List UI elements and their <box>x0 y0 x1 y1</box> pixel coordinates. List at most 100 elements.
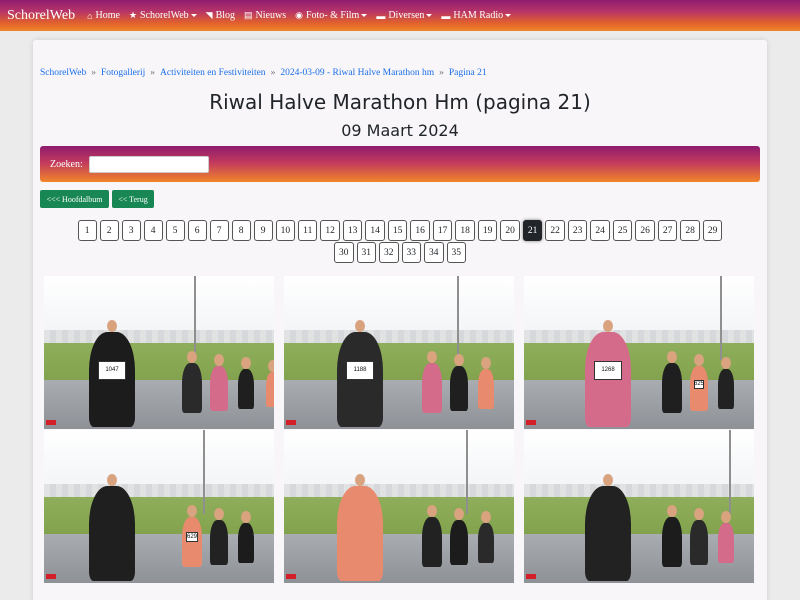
search-input[interactable] <box>88 155 209 173</box>
page-button-34[interactable]: 34 <box>424 242 444 263</box>
page-button-12[interactable]: 12 <box>320 220 340 241</box>
folder-icon: ▬ <box>376 10 386 21</box>
runner-figure <box>662 505 682 567</box>
nav-item-blog[interactable]: ◥ Blog <box>206 10 235 21</box>
page-button-24[interactable]: 24 <box>590 220 610 241</box>
page-button-7[interactable]: 7 <box>209 220 229 241</box>
nav-item-nieuws[interactable]: ▤ Nieuws <box>244 10 286 21</box>
page-button-16[interactable]: 16 <box>410 220 430 241</box>
breadcrumb-link[interactable]: 2024-03-09 - Riwal Halve Marathon hm <box>280 68 434 78</box>
page-button-20[interactable]: 20 <box>500 220 520 241</box>
page-button-6[interactable]: 6 <box>187 220 207 241</box>
breadcrumb-separator: » <box>270 68 276 78</box>
runner-head <box>667 351 677 363</box>
page-button-21[interactable]: 21 <box>522 220 543 241</box>
gallery-photo[interactable]: 629 <box>44 430 274 583</box>
breadcrumb-link[interactable]: Pagina 21 <box>449 68 487 78</box>
page-button-23[interactable]: 23 <box>567 220 588 241</box>
breadcrumb: SchorelWeb » Fotogallerij » Activiteiten en … <box>40 68 487 78</box>
race-bib: 629 <box>186 532 198 542</box>
page-button-22[interactable]: 22 <box>545 220 565 241</box>
runner-figure <box>210 354 228 411</box>
runner-head <box>187 505 197 517</box>
runner-head <box>427 505 437 517</box>
page-button-32[interactable]: 32 <box>379 242 399 263</box>
back-button[interactable]: << Terug <box>112 190 154 208</box>
runner-figure <box>662 351 682 413</box>
page-button-18[interactable]: 18 <box>455 220 475 241</box>
runner-head <box>603 320 613 332</box>
runner-figure <box>422 505 442 567</box>
page-button-26[interactable]: 26 <box>635 220 655 241</box>
page-button-5[interactable]: 5 <box>165 220 185 241</box>
page-button-25[interactable]: 25 <box>612 220 633 241</box>
watermark-logo <box>526 420 536 425</box>
runner-head <box>694 354 704 366</box>
runner-figure <box>266 360 274 407</box>
page-button-11[interactable]: 11 <box>298 220 318 241</box>
watermark-logo <box>46 420 56 425</box>
page-button-1[interactable]: 1 <box>77 220 97 241</box>
pagination: 1 2 3 4 5 6 7 8 9 10 11 12 13 14 15 16 17 18 19 20 21 22 23 24 2… <box>33 220 767 264</box>
runner-figure <box>690 508 708 565</box>
runner-head <box>107 320 117 332</box>
page-button-27[interactable]: 27 <box>657 220 678 241</box>
content-card: SchorelWeb » Fotogallerij » Activiteiten en … <box>33 40 767 600</box>
breadcrumb-link[interactable]: Fotogallerij <box>101 68 145 78</box>
page-button-29[interactable]: 29 <box>702 220 723 241</box>
gallery-photo[interactable] <box>524 430 754 583</box>
page-button-2[interactable]: 2 <box>99 220 119 241</box>
runner-head <box>187 351 197 363</box>
nav-item-label: Home <box>95 10 120 21</box>
nav-item-label: Foto- & Film <box>305 10 360 21</box>
page-button-28[interactable]: 28 <box>680 220 700 241</box>
page-button-14[interactable]: 14 <box>365 220 385 241</box>
runner-figure <box>238 357 254 409</box>
runner-figure <box>182 351 202 413</box>
runner-head <box>667 505 677 517</box>
race-bib: 1047 <box>98 360 126 380</box>
caret-down-icon <box>505 14 512 17</box>
photo-pole <box>466 430 468 515</box>
page-button-30[interactable]: 30 <box>334 242 354 263</box>
caret-down-icon <box>426 14 433 17</box>
brand-link[interactable]: SchorelWeb <box>7 8 75 24</box>
runner-head <box>107 474 117 486</box>
nav-item-schorelweb[interactable]: ★ SchorelWeb <box>129 10 197 21</box>
gallery-photo[interactable]: 1188 <box>284 276 514 429</box>
page-button-13[interactable]: 13 <box>342 220 363 241</box>
nav-item-foto-film[interactable]: ◉ Foto- & Film <box>295 10 368 21</box>
page-button-9[interactable]: 9 <box>253 220 273 241</box>
runner-figure: 629 <box>182 505 202 567</box>
page-button-10[interactable]: 10 <box>275 220 296 241</box>
breadcrumb-link[interactable]: SchorelWeb <box>40 68 86 78</box>
breadcrumb-separator: » <box>439 68 444 78</box>
nav-item-diversen[interactable]: ▬ Diversen <box>376 10 433 21</box>
runner-head <box>481 511 491 523</box>
watermark-logo <box>286 420 296 425</box>
page-button-31[interactable]: 31 <box>356 242 376 263</box>
breadcrumb-separator: » <box>150 68 156 78</box>
page-button-4[interactable]: 4 <box>143 220 163 241</box>
runner-figure <box>450 354 468 411</box>
page-button-3[interactable]: 3 <box>121 220 141 241</box>
race-bib: 625 <box>693 379 705 389</box>
page-button-17[interactable]: 17 <box>432 220 453 241</box>
search-label: Zoeken: <box>50 158 83 170</box>
page-button-33[interactable]: 33 <box>401 242 421 263</box>
page-button-8[interactable]: 8 <box>231 220 251 241</box>
page-button-35[interactable]: 35 <box>446 242 466 263</box>
gallery-photo[interactable] <box>284 430 514 583</box>
runner-head <box>454 354 464 366</box>
gallery-photo[interactable]: 1268 625 <box>524 276 754 429</box>
runner-figure: 625 <box>690 354 708 411</box>
page-button-15[interactable]: 15 <box>387 220 408 241</box>
gallery-photo[interactable]: 1047 <box>44 276 274 429</box>
main-album-button[interactable]: <<< Hoofdalbum <box>40 190 109 208</box>
runner-figure <box>478 511 494 563</box>
page-button-19[interactable]: 19 <box>477 220 498 241</box>
nav-item-ham-radio[interactable]: ▬ HAM Radio <box>441 10 512 21</box>
breadcrumb-link[interactable]: Activiteiten en Festiviteiten <box>160 68 266 78</box>
runner-figure <box>718 357 734 409</box>
nav-item-home[interactable]: ⌂ Home <box>87 10 120 21</box>
